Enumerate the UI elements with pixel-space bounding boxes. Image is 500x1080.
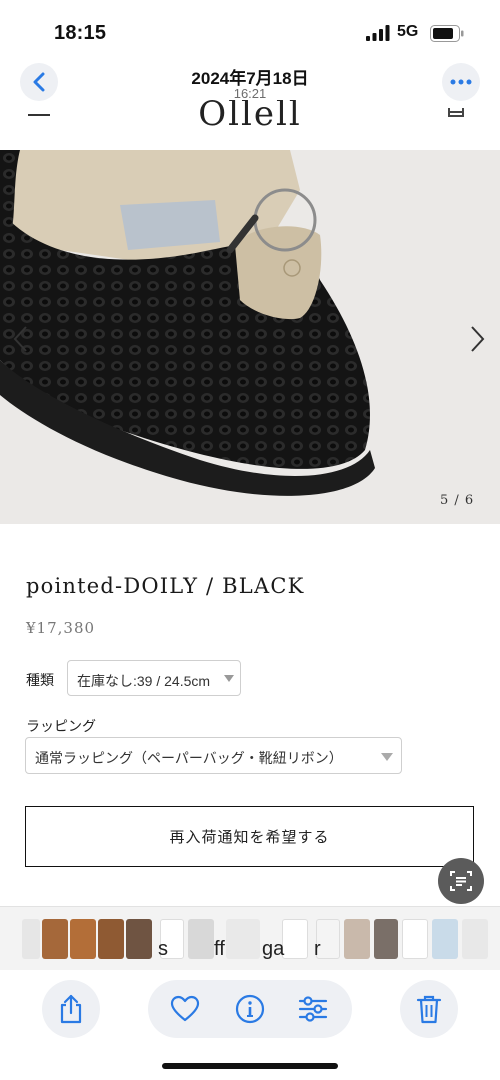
previous-image-arrow-icon[interactable] xyxy=(10,324,32,354)
product-image-gallery[interactable]: 5 / 6 xyxy=(0,150,500,524)
status-bar: 18:15 5G xyxy=(0,0,500,60)
thumbnail[interactable] xyxy=(70,919,96,959)
photo-time: 16:21 xyxy=(233,86,267,101)
status-time: 18:15 xyxy=(54,22,107,44)
battery-icon xyxy=(430,25,464,42)
product-photo xyxy=(0,150,375,496)
wrapping-select-value: 通常ラッピング（ペーパーバッグ・靴紐リボン） xyxy=(35,750,343,766)
thumbnail[interactable] xyxy=(282,919,308,959)
dropdown-caret-icon xyxy=(224,675,234,682)
share-icon xyxy=(60,994,82,1024)
thumbnail-text: s xyxy=(158,938,168,960)
cellular-signal-icon xyxy=(366,25,390,41)
thumbnail[interactable] xyxy=(344,919,370,959)
delete-button[interactable] xyxy=(400,980,458,1038)
thumbnail[interactable] xyxy=(374,919,398,959)
info-button[interactable] xyxy=(235,994,265,1024)
thumbnail[interactable] xyxy=(126,919,152,959)
ellipsis-icon xyxy=(450,79,472,85)
product-price: ¥17,380 xyxy=(26,619,96,637)
favorite-button[interactable] xyxy=(170,994,200,1024)
size-label: 種類 xyxy=(26,672,54,688)
photo-actions-group xyxy=(148,980,352,1038)
adjust-button[interactable] xyxy=(298,994,328,1024)
thumbnail[interactable] xyxy=(432,919,458,959)
thumbnail[interactable] xyxy=(462,919,488,959)
thumbnail-text: ga xyxy=(262,938,285,960)
thumbnail-text: r xyxy=(314,938,321,960)
trash-icon xyxy=(416,995,442,1024)
size-select-value: 在庫なし:39 / 24.5cm xyxy=(77,673,211,689)
dropdown-caret-icon xyxy=(381,753,393,761)
image-counter: 5 / 6 xyxy=(440,493,475,508)
next-image-arrow-icon[interactable] xyxy=(466,324,488,354)
adjust-icon xyxy=(298,996,328,1022)
restock-notify-button[interactable]: 再入荷通知を希望する xyxy=(25,806,474,867)
site-header: Ollell xyxy=(0,100,500,150)
thumbnail[interactable] xyxy=(42,919,68,959)
thumbnail-text: ff xyxy=(214,938,225,960)
share-button[interactable] xyxy=(42,980,100,1038)
network-type: 5G xyxy=(397,23,419,40)
thumbnail[interactable] xyxy=(22,919,40,959)
info-icon xyxy=(235,994,265,1024)
thumbnail[interactable] xyxy=(402,919,428,959)
site-logo: Ollell xyxy=(198,100,302,134)
live-text-scan-button[interactable] xyxy=(438,858,484,904)
thumbnail-strip[interactable] xyxy=(0,906,500,970)
size-select[interactable]: 在庫なし:39 / 24.5cm xyxy=(67,660,241,696)
heart-icon xyxy=(170,995,200,1022)
cart-icon xyxy=(448,108,464,117)
thumbnail[interactable] xyxy=(226,919,260,959)
wrapping-label: ラッピング xyxy=(26,718,96,734)
product-title: pointed-DOILY / BLACK xyxy=(26,574,305,598)
text-scan-icon xyxy=(450,871,472,891)
wrapping-select[interactable]: 通常ラッピング（ペーパーバッグ・靴紐リボン） xyxy=(25,737,402,774)
home-indicator[interactable] xyxy=(162,1063,338,1069)
more-button[interactable] xyxy=(442,63,480,101)
thumbnail[interactable] xyxy=(188,919,214,959)
thumbnail[interactable] xyxy=(98,919,124,959)
